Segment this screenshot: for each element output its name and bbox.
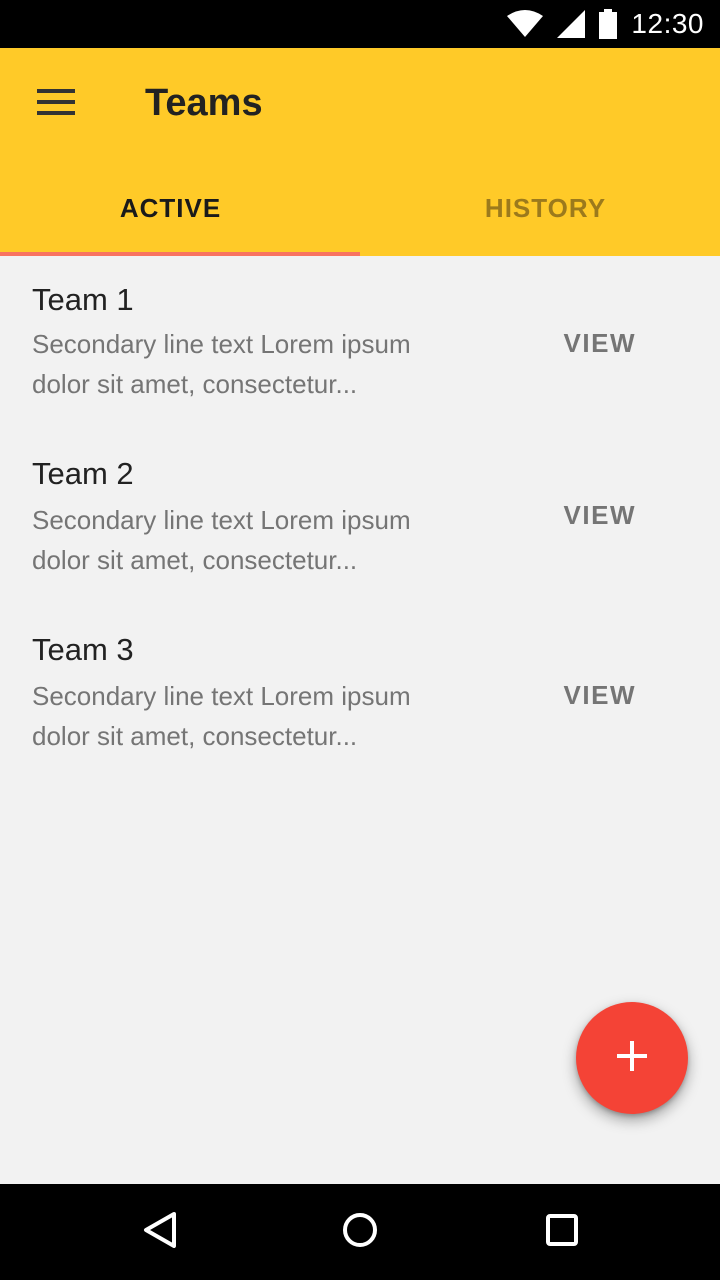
item-title: Team 3: [32, 632, 134, 667]
battery-icon: [599, 9, 618, 39]
item-secondary-text: Secondary line text Lorem ipsum dolor si…: [32, 505, 411, 575]
menu-icon: [37, 88, 75, 120]
app-bar: Teams ACTIVE HISTORY: [0, 48, 720, 256]
list-item[interactable]: Team 3 Secondary line text Lorem ipsum d…: [0, 606, 720, 776]
signal-icon: [557, 10, 586, 38]
item-title: Team 2: [32, 456, 134, 491]
status-time: 12:30: [631, 8, 704, 39]
tab-active[interactable]: ACTIVE: [0, 160, 345, 256]
page-title: Teams: [145, 82, 263, 124]
tab-label: ACTIVE: [119, 192, 222, 223]
home-icon: [342, 1212, 378, 1253]
back-icon: [143, 1211, 177, 1253]
tab-bar: ACTIVE HISTORY: [0, 160, 720, 256]
plus-icon: [617, 1040, 647, 1076]
wifi-icon: [507, 10, 544, 38]
list-item[interactable]: Team 1 Secondary line text Lorem ipsum d…: [0, 256, 720, 426]
home-button[interactable]: [312, 1184, 408, 1280]
list-item[interactable]: Team 2 Secondary line text Lorem ipsum d…: [0, 430, 720, 600]
view-button[interactable]: VIEW: [564, 500, 636, 531]
recents-icon: [546, 1213, 578, 1251]
status-icons: 12:30: [507, 0, 704, 48]
item-secondary-text: Secondary line text Lorem ipsum dolor si…: [32, 329, 411, 399]
recents-button[interactable]: [514, 1184, 610, 1280]
navigation-bar: [0, 1184, 720, 1280]
item-title: Team 1: [32, 282, 134, 317]
back-button[interactable]: [112, 1184, 208, 1280]
status-bar: 12:30: [0, 0, 720, 48]
view-button[interactable]: VIEW: [564, 680, 636, 711]
add-team-button[interactable]: [576, 1002, 688, 1114]
menu-button[interactable]: [22, 70, 90, 138]
tab-label: HISTORY: [484, 192, 607, 223]
tab-history[interactable]: HISTORY: [345, 160, 720, 256]
view-button[interactable]: VIEW: [564, 328, 636, 359]
item-secondary-text: Secondary line text Lorem ipsum dolor si…: [32, 681, 411, 751]
